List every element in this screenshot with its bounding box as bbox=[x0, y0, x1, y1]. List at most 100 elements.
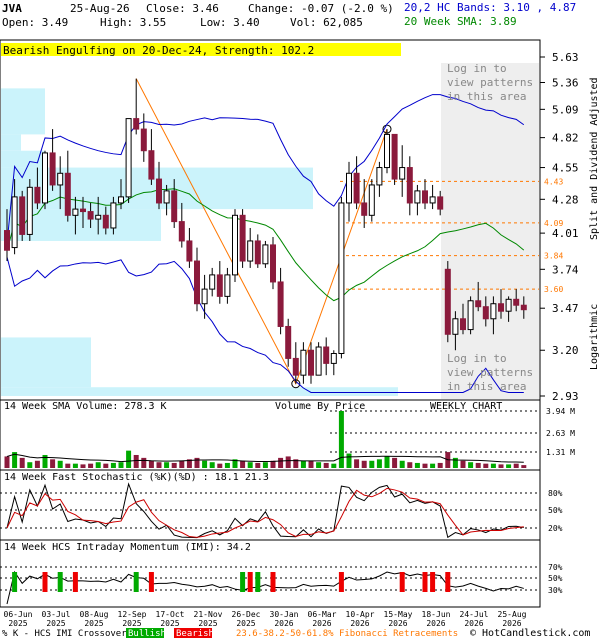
x-tick-13: 25-Aug bbox=[498, 610, 527, 619]
price-tick-label-5: 4.28 bbox=[552, 193, 579, 206]
right-axis-title: Split and Dividend Adjusted bbox=[589, 77, 600, 240]
crossover-bar-5 bbox=[148, 572, 154, 592]
candle-body-64 bbox=[490, 303, 497, 320]
bullish-legend: Bullish bbox=[128, 629, 166, 639]
high-value: High: 3.55 bbox=[100, 16, 166, 29]
crossover-bar-11 bbox=[399, 572, 405, 592]
vol-bar-10 bbox=[80, 464, 86, 468]
candle-body-27 bbox=[209, 274, 216, 290]
copyright[interactable]: © HotCandlestick.com bbox=[470, 628, 590, 639]
vol-bar-40 bbox=[308, 460, 314, 468]
x-tick-3: 12-Sep bbox=[118, 610, 147, 619]
x-tick-5: 21-Nov bbox=[194, 610, 223, 619]
x-tick-9: 10-Apr bbox=[346, 610, 375, 619]
candle-body-18 bbox=[140, 128, 147, 152]
price-tick-label-6: 4.01 bbox=[552, 227, 579, 240]
candle-body-15 bbox=[118, 196, 124, 204]
mom-tick-0: 70% bbox=[548, 563, 563, 572]
bearish-legend: Bearish bbox=[176, 629, 214, 639]
vol-bar-22 bbox=[171, 462, 177, 468]
vol-bar-26 bbox=[202, 460, 208, 468]
candle-body-28 bbox=[216, 274, 223, 297]
vol-bar-20 bbox=[156, 462, 162, 468]
login-line-3: in this area bbox=[447, 90, 526, 103]
vol-bar-66 bbox=[506, 464, 512, 468]
stoch-tick-1: 50% bbox=[548, 506, 563, 515]
x-tick-year-5: 2025 bbox=[198, 619, 217, 628]
x-tick-year-11: 2026 bbox=[426, 619, 445, 628]
candle-body-67 bbox=[513, 298, 520, 306]
vol-bar-25 bbox=[194, 457, 200, 468]
crossover-bar-3 bbox=[72, 572, 78, 592]
vol-bar-39 bbox=[300, 460, 306, 468]
candle-body-45 bbox=[346, 172, 352, 204]
vol-bar-13 bbox=[103, 463, 109, 468]
x-tick-6: 26-Dec bbox=[232, 610, 261, 619]
crossover-bar-0 bbox=[12, 572, 18, 592]
candle-body-38 bbox=[292, 357, 299, 376]
candle-body-19 bbox=[148, 150, 155, 180]
x-tick-year-4: 2025 bbox=[160, 619, 179, 628]
price-tick-label-10: 2.93 bbox=[552, 390, 579, 403]
crossover-bar-7 bbox=[247, 572, 253, 592]
candle-body-39 bbox=[300, 349, 307, 376]
candle-body-42 bbox=[323, 346, 330, 364]
candle-body-56 bbox=[429, 196, 436, 204]
pattern-banner-text: Bearish Engulfing on 20-Dec-24, Strength… bbox=[3, 44, 314, 57]
candle-body-0 bbox=[4, 230, 10, 251]
vol-bar-6 bbox=[50, 459, 56, 468]
vol-bar-44 bbox=[338, 411, 344, 468]
crossover-bar-8 bbox=[255, 572, 261, 592]
vol-bar-32 bbox=[247, 462, 253, 468]
vol-bar-55 bbox=[422, 463, 428, 468]
candle-body-33 bbox=[254, 240, 261, 265]
x-tick-year-3: 2025 bbox=[122, 619, 141, 628]
vol-bar-23 bbox=[179, 460, 185, 468]
crossover-bar-14 bbox=[445, 572, 451, 592]
candle-body-23 bbox=[178, 221, 185, 242]
fib-label-3: 3.60 bbox=[544, 285, 563, 294]
candle-body-10 bbox=[80, 208, 86, 213]
stoch-tick-2: 20% bbox=[548, 524, 563, 533]
candle-body-13 bbox=[102, 214, 109, 229]
vol-bar-47 bbox=[361, 460, 367, 468]
vol-bar-27 bbox=[209, 462, 215, 468]
weekly-label: WEEKLY CHART bbox=[430, 401, 502, 412]
fib-label-0: 4.43 bbox=[544, 177, 563, 186]
candle-body-49 bbox=[376, 167, 383, 186]
vol-bar-49 bbox=[376, 459, 382, 468]
vol-bar-68 bbox=[521, 465, 527, 468]
vol-bar-65 bbox=[498, 464, 504, 468]
volume-by-price-label: Volume By Price bbox=[275, 401, 365, 412]
sma-label: 20 Week SMA: 3.89 bbox=[404, 15, 517, 28]
vbp-band-1 bbox=[1, 134, 21, 151]
vol-bar-28 bbox=[217, 463, 223, 468]
vbp-band-0 bbox=[1, 88, 45, 135]
vol-bar-57 bbox=[437, 462, 443, 468]
close-value: Close: 3.46 bbox=[146, 2, 219, 15]
candle-body-61 bbox=[467, 300, 474, 331]
price-tick-label-2: 5.09 bbox=[552, 103, 579, 116]
candle-body-47 bbox=[361, 202, 368, 216]
candle-body-60 bbox=[460, 318, 466, 331]
candle-body-21 bbox=[163, 190, 170, 204]
x-tick-year-2: 2025 bbox=[84, 619, 103, 628]
vol-bar-59 bbox=[452, 457, 458, 468]
candle-body-16 bbox=[125, 118, 132, 198]
candle-body-14 bbox=[110, 202, 117, 229]
candle-body-1 bbox=[11, 196, 18, 249]
candle-body-55 bbox=[422, 190, 428, 204]
vol-bar-62 bbox=[475, 462, 481, 468]
x-tick-year-7: 2026 bbox=[274, 619, 293, 628]
vol-bar-56 bbox=[430, 463, 436, 468]
candle-body-54 bbox=[414, 190, 421, 204]
x-tick-10: 15-May bbox=[384, 610, 413, 619]
candle-body-6 bbox=[49, 152, 56, 186]
login-line-1b: Log in to bbox=[447, 352, 507, 365]
x-tick-year-12: 2026 bbox=[464, 619, 483, 628]
vol-bar-14 bbox=[110, 462, 116, 468]
vol-bar-51 bbox=[392, 457, 398, 468]
x-tick-year-1: 2025 bbox=[46, 619, 65, 628]
vol-bar-36 bbox=[278, 457, 284, 468]
crossover-bar-6 bbox=[240, 572, 246, 592]
